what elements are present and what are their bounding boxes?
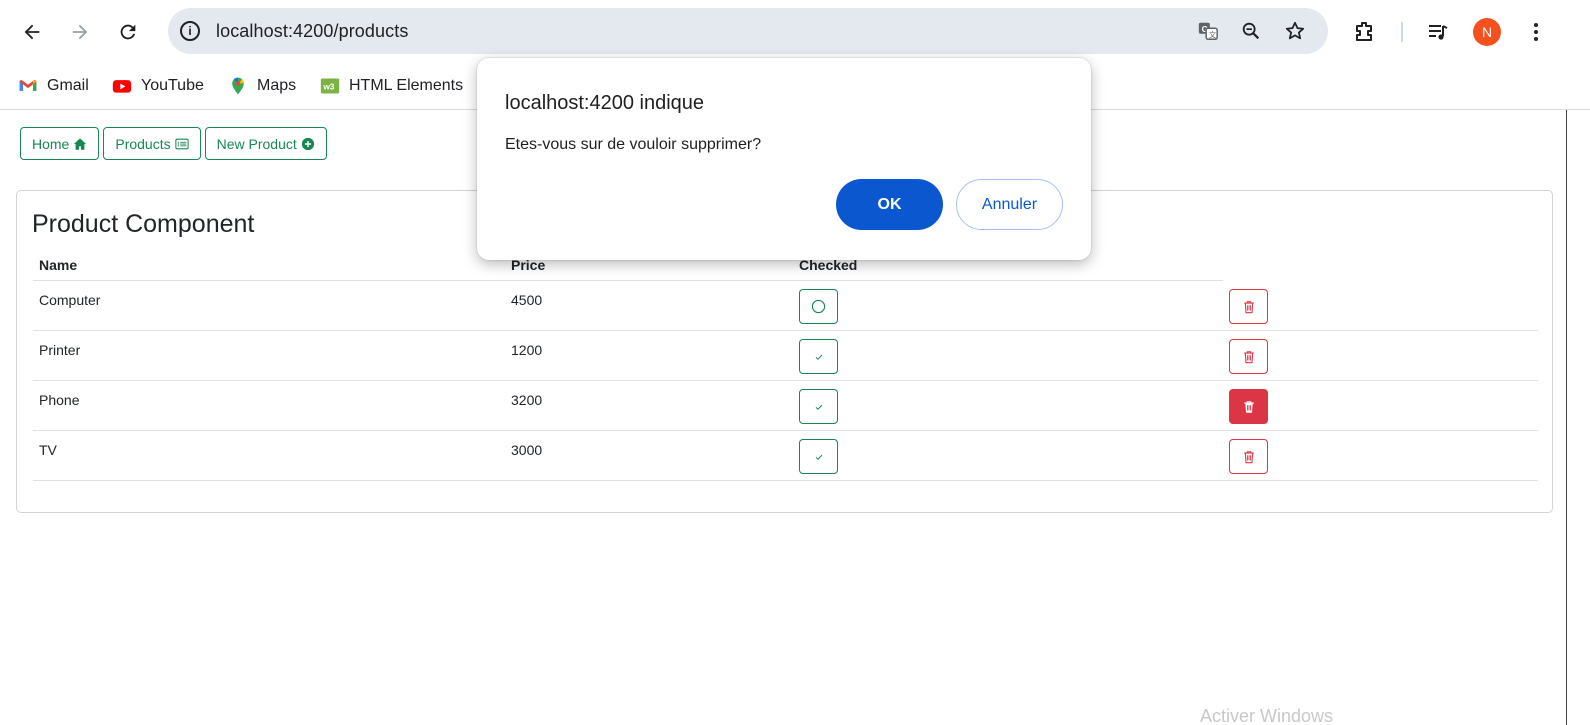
more-icon[interactable] (1522, 18, 1550, 46)
browser-toolbar: i localhost:4200/products G文 N (0, 0, 1590, 64)
windows-activation-watermark: Activer Windows (1200, 706, 1334, 725)
delete-button[interactable] (1229, 439, 1268, 474)
check-icon (815, 354, 822, 360)
zoom-icon[interactable] (1239, 19, 1263, 43)
trash-icon (1243, 450, 1254, 463)
trash-icon (1243, 400, 1254, 413)
translate-icon[interactable]: G文 (1196, 19, 1220, 43)
product-name: Phone (39, 392, 80, 408)
bookmark-label: Maps (257, 77, 297, 94)
address-bar[interactable]: i localhost:4200/products G文 (168, 8, 1328, 54)
reload-icon[interactable] (110, 14, 146, 50)
site-info-icon[interactable]: i (180, 21, 200, 41)
bookmark-html-elements[interactable]: w3 HTML Elements (320, 72, 463, 100)
star-icon[interactable] (1283, 19, 1307, 43)
youtube-icon (112, 76, 132, 96)
avatar[interactable]: N (1473, 18, 1501, 46)
home-button[interactable]: Home (20, 127, 100, 160)
product-price: 1200 (511, 342, 543, 358)
app-nav: Home Products New Product (20, 127, 327, 160)
table-row: Printer 1200 (33, 331, 1538, 381)
check-toggle-button[interactable] (799, 439, 838, 474)
maps-icon (228, 76, 248, 96)
check-toggle-button[interactable] (799, 289, 838, 324)
card-list-icon (174, 138, 189, 149)
products-button[interactable]: Products (103, 127, 201, 160)
forward-arrow-icon[interactable] (62, 14, 98, 50)
product-name: TV (39, 442, 57, 458)
circle-icon (811, 299, 826, 314)
bookmark-maps[interactable]: Maps (228, 72, 296, 100)
new-product-button[interactable]: New Product (204, 127, 327, 160)
avatar-letter: N (1481, 24, 1493, 40)
product-price: 4500 (511, 292, 543, 308)
check-toggle-button[interactable] (799, 389, 838, 424)
new-product-label: New Product (216, 135, 297, 152)
products-label: Products (115, 135, 171, 152)
bookmark-label: YouTube (141, 77, 204, 94)
toolbar-divider (1401, 22, 1403, 42)
table-row: Computer 4500 (33, 281, 1538, 331)
product-name: Computer (39, 292, 101, 308)
dialog-title: localhost:4200 indique (505, 92, 705, 114)
house-icon (74, 137, 87, 150)
column-header-name: Name (39, 257, 78, 273)
check-toggle-button[interactable] (799, 339, 838, 374)
trash-icon (1243, 350, 1254, 363)
home-label: Home (32, 135, 70, 152)
back-arrow-icon[interactable] (14, 14, 50, 50)
bookmark-youtube[interactable]: YouTube (112, 72, 204, 100)
bookmark-gmail[interactable]: Gmail (18, 72, 89, 100)
trash-icon (1243, 300, 1254, 313)
window-edge (1566, 110, 1567, 725)
bookmark-label: HTML Elements (349, 77, 464, 94)
confirm-dialog: localhost:4200 indique Etes-vous sur de … (477, 58, 1091, 260)
product-price: 3000 (511, 442, 543, 458)
check-icon (815, 404, 822, 410)
cancel-button[interactable]: Annuler (956, 179, 1063, 230)
dialog-message: Etes-vous sur de vouloir supprimer? (505, 136, 762, 153)
delete-button[interactable] (1229, 289, 1268, 324)
plus-circle-icon (301, 137, 314, 150)
extensions-icon[interactable] (1350, 18, 1378, 46)
card-title: Product Component (32, 210, 255, 238)
product-name: Printer (39, 342, 81, 358)
media-icon[interactable] (1424, 18, 1452, 46)
url-text[interactable]: localhost:4200/products (216, 21, 408, 42)
svg-text:文: 文 (1209, 30, 1217, 39)
bookmark-label: Gmail (47, 77, 89, 94)
gmail-icon (18, 76, 38, 96)
delete-button[interactable] (1229, 339, 1268, 374)
table-row: TV 3000 (33, 431, 1538, 481)
product-price: 3200 (511, 392, 543, 408)
check-icon (815, 454, 822, 460)
ok-button[interactable]: OK (836, 179, 943, 230)
table-row: Phone 3200 (33, 381, 1538, 431)
html-elements-icon: w3 (320, 76, 340, 96)
delete-button[interactable] (1229, 389, 1268, 424)
svg-text:w3: w3 (322, 81, 334, 91)
